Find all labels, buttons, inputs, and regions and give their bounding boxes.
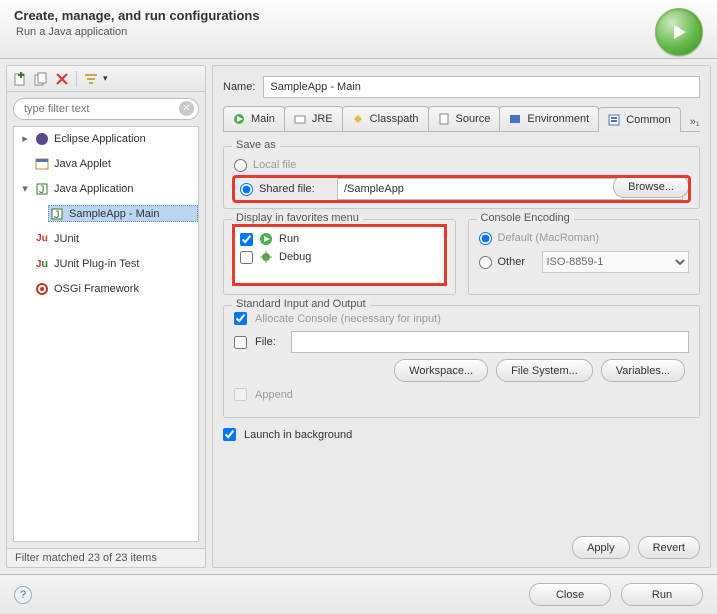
allocate-console-checkbox[interactable] [234,312,247,325]
tab-main[interactable]: Main [223,106,285,131]
source-tab-icon [436,111,452,127]
duplicate-config-icon[interactable] [32,70,50,88]
tree-item[interactable]: JUnit Plug-in Test [54,258,139,270]
tree-item[interactable]: Java Application [54,183,134,195]
filter-config-icon[interactable] [82,70,100,88]
variables-button[interactable]: Variables... [601,359,685,382]
tree-item[interactable]: JUnit [54,233,79,245]
file-output-label: File: [255,336,283,348]
toolbar-chevron-icon[interactable]: ▾ [103,73,108,84]
java-app-icon: J [49,206,65,222]
applet-icon [34,156,50,172]
favorites-group: Display in favorites menu Run D [223,219,456,295]
junit-icon: Ju [34,231,50,247]
config-detail-pane: Name: Main JRE Classpath Source Environm… [212,65,711,568]
svg-text:J: J [54,209,60,221]
junit-plugin-icon: Ju [34,256,50,272]
file-output-input[interactable] [291,331,689,353]
classpath-tab-icon [350,111,366,127]
local-file-label: Local file [253,159,296,171]
osgi-icon [34,281,50,297]
encoding-select[interactable]: ISO-8859-1 [542,251,690,273]
encoding-group: Console Encoding Default (MacRoman) Othe… [468,219,701,295]
env-tab-icon [507,111,523,127]
delete-config-icon[interactable] [53,70,71,88]
name-label: Name: [223,81,255,93]
stdio-group: Standard Input and Output Allocate Conso… [223,305,700,418]
filter-status: Filter matched 23 of 23 items [7,548,205,567]
encoding-other-label: Other [498,256,536,268]
fav-run-label: Run [279,233,299,245]
run-button[interactable]: Run [621,583,703,606]
tree-item-selected[interactable]: SampleApp - Main [69,208,160,220]
shared-file-label: Shared file: [259,183,331,195]
tab-classpath[interactable]: Classpath [342,106,429,131]
tab-environment[interactable]: Environment [499,106,599,131]
apply-button[interactable]: Apply [572,536,630,559]
dialog-subtitle: Run a Java application [16,26,655,38]
common-tab-icon [606,112,622,128]
name-input[interactable] [263,76,700,98]
clear-filter-icon[interactable]: ✕ [179,101,194,116]
tab-source[interactable]: Source [428,106,501,131]
config-tree[interactable]: ▸Eclipse Application Java Applet ▾JJava … [13,126,199,542]
tab-bar: Main JRE Classpath Source Environment Co… [223,106,700,132]
close-button[interactable]: Close [529,583,611,606]
eclipse-app-icon [34,131,50,147]
shared-file-radio[interactable] [240,183,253,196]
fav-debug-label: Debug [279,251,311,263]
config-toolbar: ▾ [7,66,205,92]
browse-button[interactable]: Browse... [613,175,689,198]
encoding-default-radio[interactable] [479,232,492,245]
tree-item[interactable]: Eclipse Application [54,133,146,145]
favorites-list: Run Debug [234,226,445,284]
tree-item[interactable]: Java Applet [54,158,111,170]
launch-bg-checkbox[interactable] [223,428,236,441]
help-icon[interactable]: ? [14,586,32,604]
encoding-other-radio[interactable] [479,256,492,269]
filesystem-button[interactable]: File System... [496,359,593,382]
dialog-title: Create, manage, and run configurations [14,8,655,23]
fav-run-checkbox[interactable] [240,233,253,246]
filter-input[interactable] [13,98,199,120]
tab-common[interactable]: Common [598,107,681,132]
dialog-header: Create, manage, and run configurations R… [0,0,717,59]
run-orb-icon [655,8,703,56]
tab-jre[interactable]: JRE [284,106,343,131]
jre-tab-icon [292,111,308,127]
svg-text:J: J [39,184,45,196]
save-as-group: Save as Local file Shared file: Browse..… [223,146,700,209]
workspace-button[interactable]: Workspace... [394,359,488,382]
configurations-pane: ▾ ✕ ▸Eclipse Application Java Applet ▾JJ… [6,65,206,568]
tab-overflow[interactable]: »₁ [686,113,704,131]
append-label: Append [255,389,293,401]
main-tab-icon [231,111,247,127]
file-output-checkbox[interactable] [234,336,247,349]
local-file-radio[interactable] [234,159,247,172]
java-app-icon: J [34,181,50,197]
fav-debug-checkbox[interactable] [240,251,253,264]
append-checkbox[interactable] [234,388,247,401]
revert-button[interactable]: Revert [638,536,700,559]
launch-bg-label: Launch in background [244,429,352,441]
dialog-footer: ? Close Run [0,574,717,614]
encoding-default-label: Default (MacRoman) [498,232,599,244]
new-config-icon[interactable] [11,70,29,88]
tree-item[interactable]: OSGi Framework [54,283,139,295]
run-icon [258,231,274,247]
allocate-console-label: Allocate Console (necessary for input) [255,313,441,325]
debug-icon [258,249,274,265]
